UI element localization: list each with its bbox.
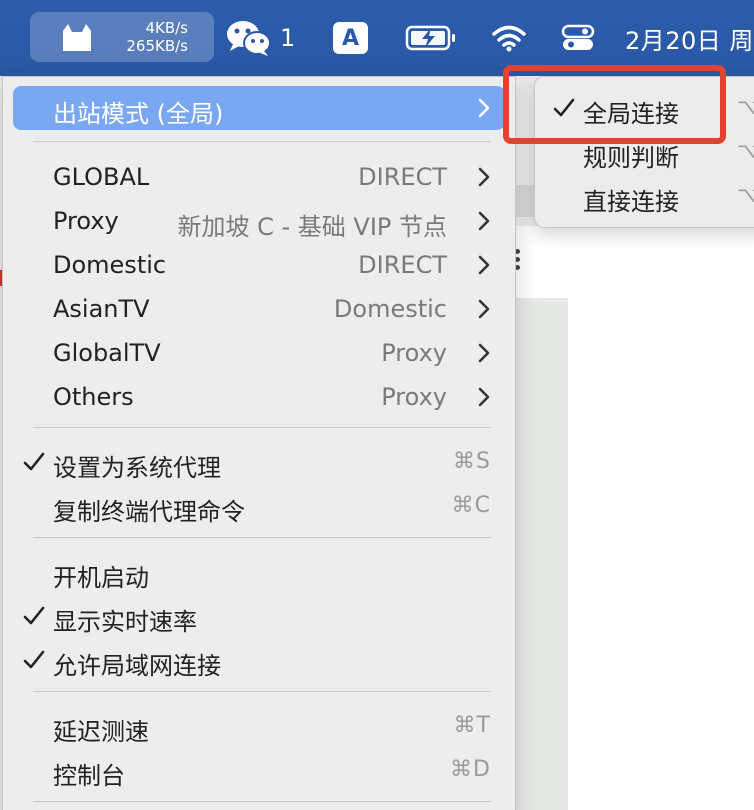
proxy-group-value: Proxy [381,339,447,367]
chevron-right-icon [478,98,490,118]
proxy-group-value: 新加坡 C - 基础 VIP 节点 [177,213,447,241]
proxy-group-name: GlobalTV [53,339,161,367]
menu-item-label: 开机启动 [53,564,149,592]
menu-item-copy-terminal-command[interactable]: 复制终端代理命令 ⌘C [13,484,505,528]
menu-item-label: 控制台 [53,762,125,790]
shortcut-hint: ⌘T [453,713,491,738]
menu-item-label: 复制终端代理命令 [53,498,245,526]
upload-speed: 4KB/s [145,19,188,37]
chevron-right-icon [478,343,490,363]
shortcut-hint: ⌥ [737,183,754,208]
clash-dropdown-menu: 出站模式 (全局) GLOBAL DIRECT Proxy 新加坡 C - 基础… [2,76,516,810]
menu-item-label: 设置为系统代理 [53,454,221,482]
shortcut-hint: ⌘C [451,493,491,518]
menu-separator [33,691,491,692]
proxy-group-name: Proxy [53,207,119,235]
menu-item-show-speed[interactable]: 显示实时速率 [13,594,505,638]
menu-item-label: 允许局域网连接 [53,652,221,680]
proxy-group-value: DIRECT [358,251,447,279]
menu-item-proxy-group-domestic[interactable]: Domestic DIRECT [13,243,505,287]
outbound-mode-label: 出站模式 (全局) [53,100,224,128]
clash-status-item[interactable]: 4KB/s 265KB/s [30,12,214,62]
shortcut-hint: ⌘S [453,449,491,474]
menu-item-label: 延迟测速 [53,718,149,746]
chevron-right-icon [478,255,490,275]
shortcut-hint: ⌘D [450,757,491,782]
submenu-item-label: 直接连接 [583,188,679,216]
more-options-icon[interactable] [515,247,525,275]
network-speed: 4KB/s 265KB/s [126,19,188,55]
input-method-item[interactable]: A [333,0,368,76]
wechat-badge: 1 [280,24,296,52]
cat-icon [63,24,91,51]
menu-item-allow-lan[interactable]: 允许局域网连接 [13,638,505,682]
proxy-group-name: Domestic [53,251,167,279]
menu-item-outbound-mode[interactable]: 出站模式 (全局) [13,86,505,130]
proxy-group-value: Domestic [333,295,447,323]
control-center-icon [561,24,595,50]
chevron-right-icon [478,387,490,407]
menu-item-latency-test[interactable]: 延迟测速 ⌘T [13,704,505,748]
chevron-right-icon [478,299,490,319]
download-speed: 265KB/s [126,37,188,55]
proxy-group-name: AsianTV [53,295,150,323]
menu-separator [33,141,491,142]
proxy-group-value: DIRECT [358,163,447,191]
menu-item-proxy-group-global[interactable]: GLOBAL DIRECT [13,155,505,199]
menu-separator [33,801,491,802]
chevron-right-icon [478,211,490,231]
shortcut-hint: ⌥ [737,95,754,120]
proxy-group-name: Others [53,383,134,411]
checkmark-icon [23,606,45,625]
menu-separator [33,537,491,538]
wechat-status-item[interactable] [226,0,272,76]
chevron-right-icon [478,167,490,187]
input-method-icon: A [333,22,368,54]
background-side-panel [515,298,568,810]
submenu-item-direct[interactable]: 直接连接 ⌥ [545,174,754,218]
menu-item-launch-at-login[interactable]: 开机启动 [13,550,505,594]
menu-item-proxy-group-others[interactable]: Others Proxy [13,375,505,419]
battery-status-item[interactable] [405,0,457,76]
shortcut-hint: ⌥ [737,139,754,164]
menu-item-set-system-proxy[interactable]: 设置为系统代理 ⌘S [13,440,505,484]
wechat-icon [227,21,271,56]
battery-charging-icon [405,25,455,51]
proxy-group-value: Proxy [381,383,447,411]
menu-item-dashboard[interactable]: 控制台 ⌘D [13,748,505,792]
menu-item-proxy-group-proxy[interactable]: Proxy 新加坡 C - 基础 VIP 节点 [13,199,505,243]
wifi-icon [492,25,526,52]
menu-item-label: 显示实时速率 [53,608,197,636]
menu-separator [33,427,491,428]
checkmark-icon [23,650,45,669]
annotation-highlight-box [503,65,726,144]
proxy-group-name: GLOBAL [53,163,150,191]
menu-item-proxy-group-asiantv[interactable]: AsianTV Domestic [13,287,505,331]
menu-item-proxy-group-globaltv[interactable]: GlobalTV Proxy [13,331,505,375]
checkmark-icon [23,452,45,471]
